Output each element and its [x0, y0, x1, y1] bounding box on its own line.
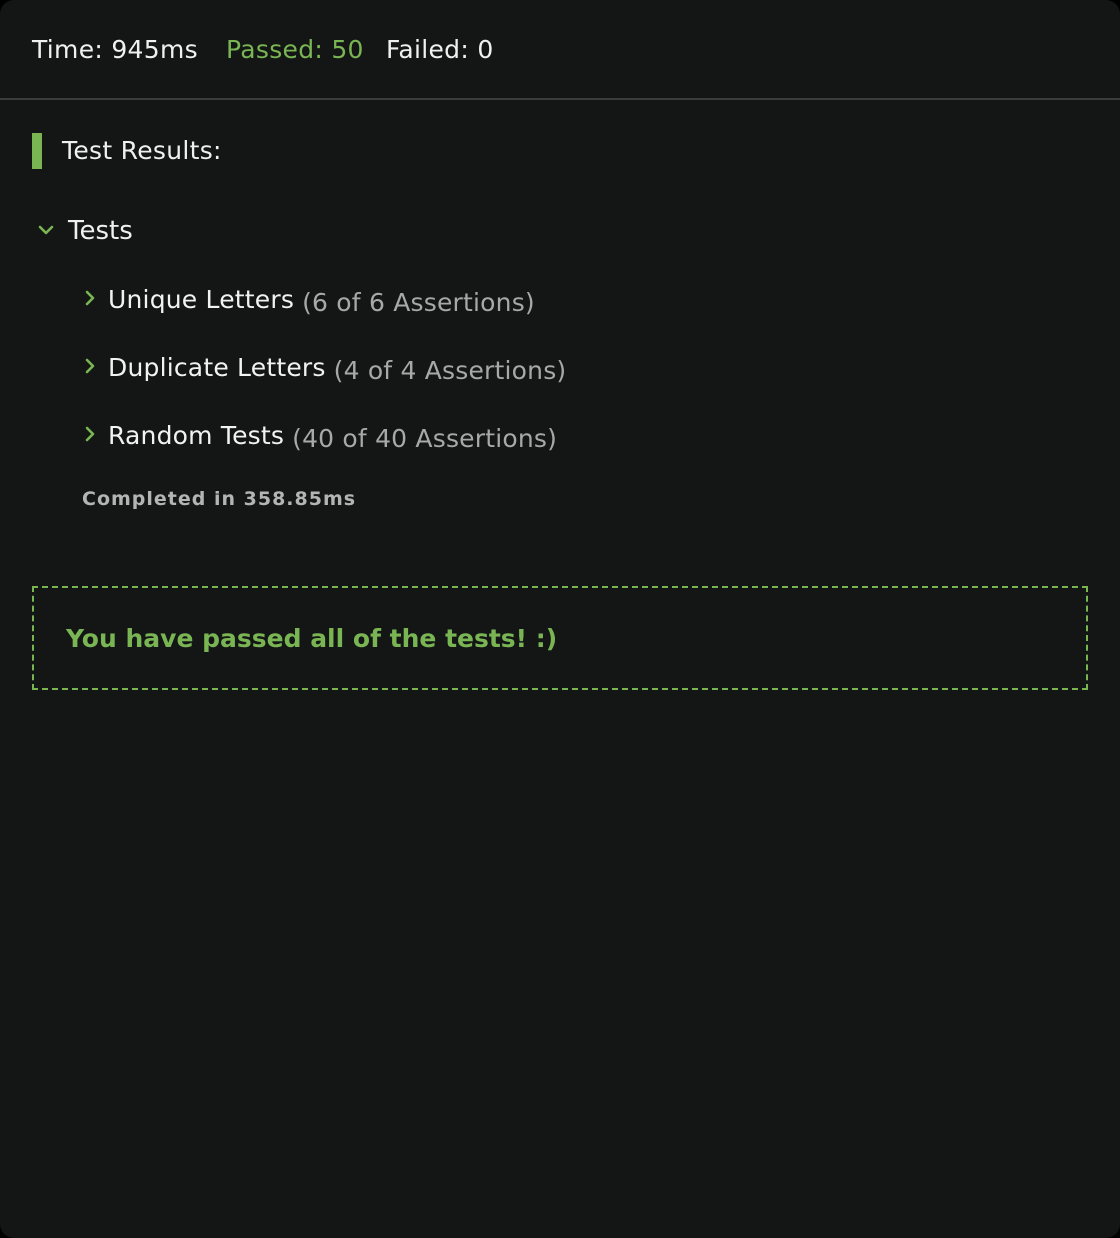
pass-message-box: You have passed all of the tests! :) [32, 586, 1088, 690]
test-output-panel: Time: 945ms Passed: 50 Failed: 0 Test Re… [0, 0, 1120, 1238]
test-item-name[interactable]: Duplicate Letters [108, 353, 326, 382]
test-item-count: (6 of 6 Assertions) [302, 288, 535, 317]
completed-time: Completed in 358.85ms [82, 488, 357, 510]
test-item-name[interactable]: Random Tests [108, 421, 284, 450]
test-item-count: (4 of 4 Assertions) [333, 356, 567, 385]
chevron-down-icon[interactable] [36, 220, 56, 240]
test-item-count: (40 of 40 Assertions) [292, 424, 558, 453]
stats-bar: Time: 945ms Passed: 50 Failed: 0 [0, 0, 1120, 100]
passed-stat: Passed: 50 [226, 35, 364, 64]
test-item-name[interactable]: Unique Letters [108, 285, 294, 314]
chevron-right-icon[interactable] [80, 424, 100, 444]
failed-stat: Failed: 0 [386, 35, 494, 64]
chevron-right-icon[interactable] [80, 356, 100, 376]
pass-message: You have passed all of the tests! :) [66, 624, 558, 653]
results-title: Test Results: [62, 136, 222, 165]
time-stat: Time: 945ms [32, 35, 198, 64]
accent-bar [32, 133, 42, 169]
chevron-right-icon[interactable] [80, 288, 100, 308]
tests-group-label[interactable]: Tests [68, 212, 133, 250]
